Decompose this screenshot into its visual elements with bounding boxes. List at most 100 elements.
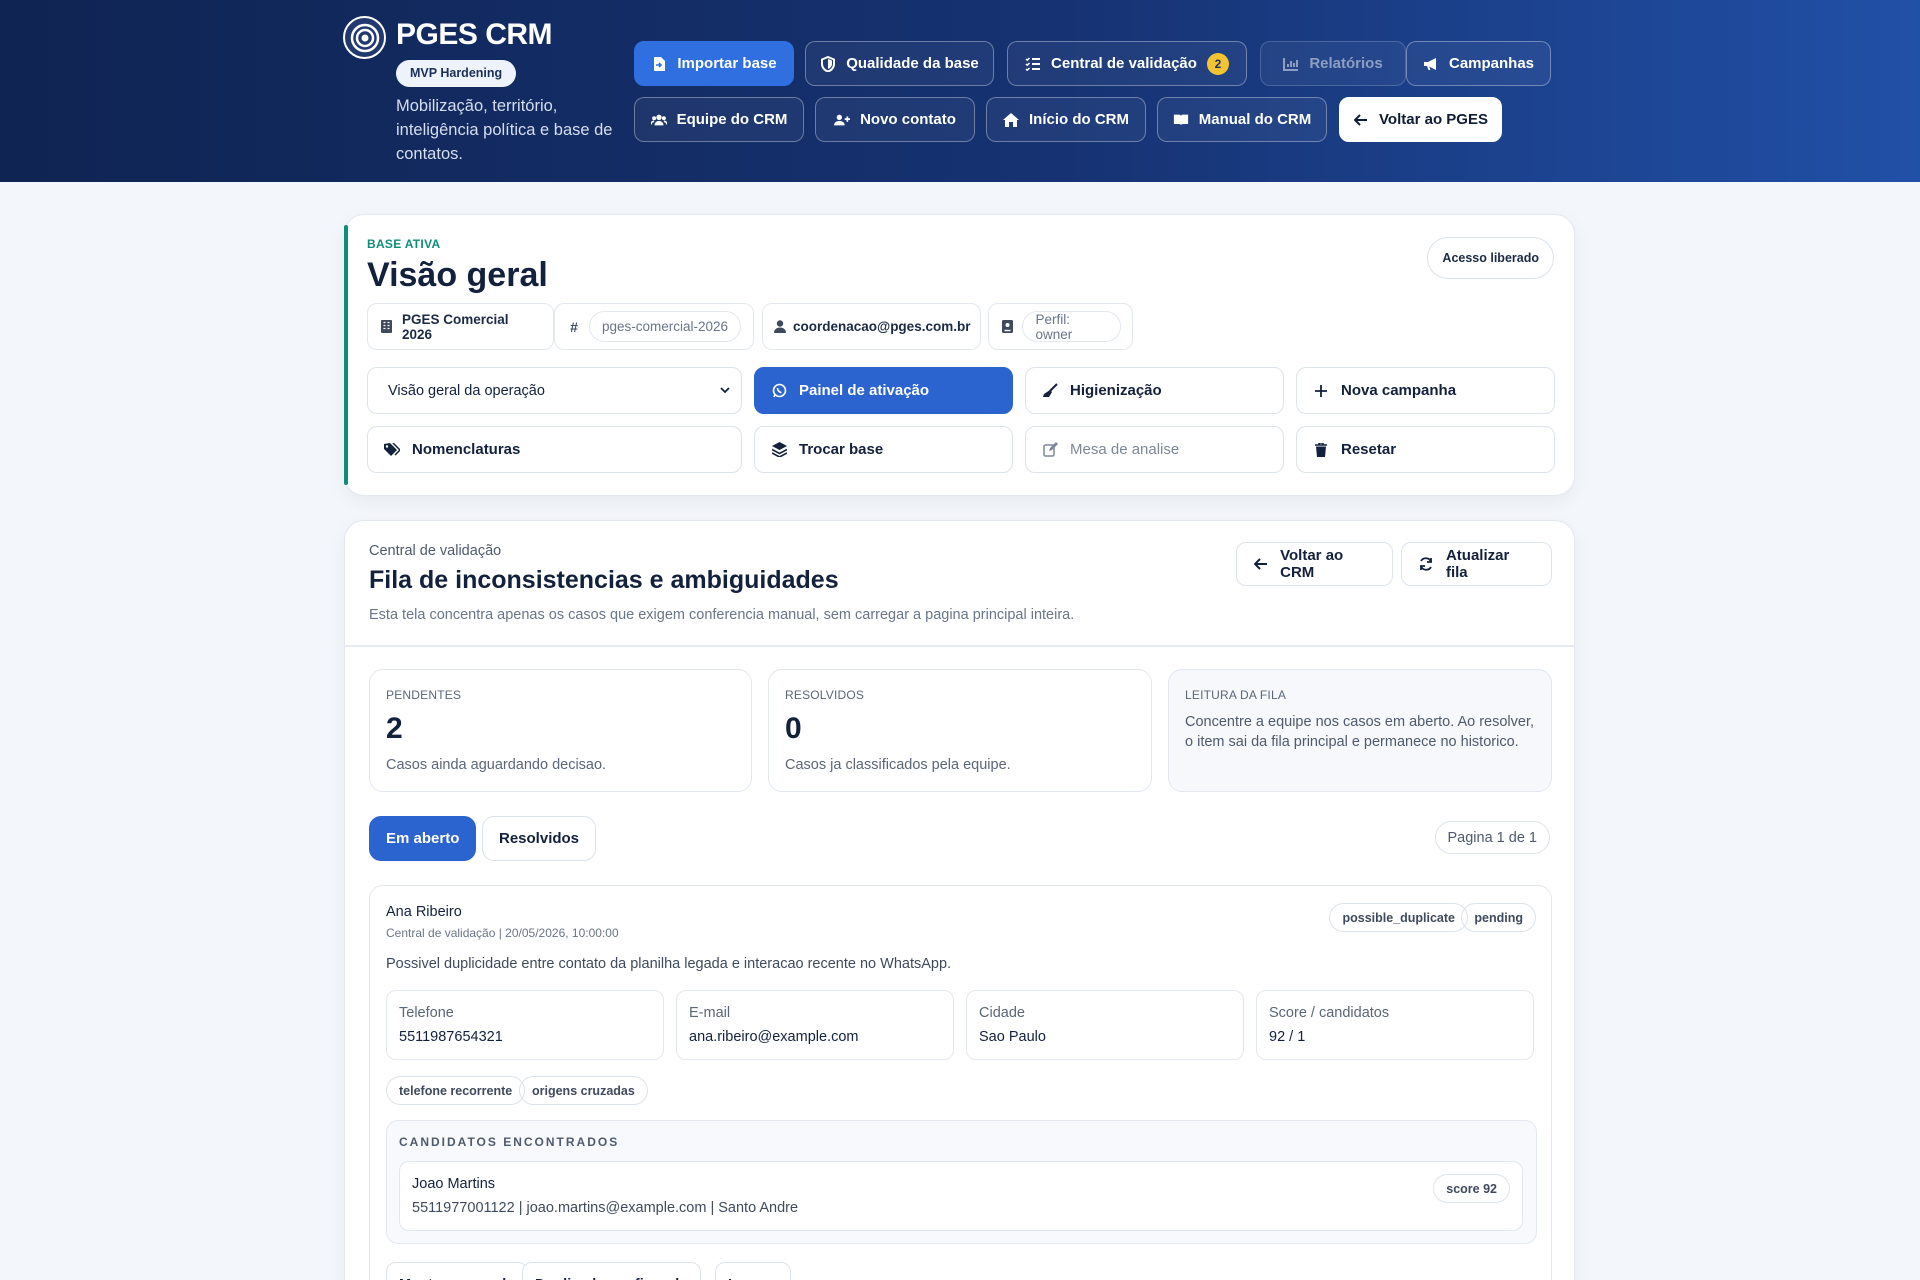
book-icon (1173, 112, 1189, 128)
user-email-chip: coordenacao@pges.com.br (762, 303, 981, 350)
field-label: Telefone (399, 1005, 454, 1021)
activation-panel-button[interactable]: Painel de ativação (754, 367, 1013, 414)
field-label: Score / candidatos (1269, 1005, 1390, 1021)
tab-open[interactable]: Em aberto (369, 816, 477, 861)
top-header: PGES CRM MVP Hardening Mobilização, terr… (0, 0, 1920, 182)
arrow-left-icon (1353, 112, 1369, 128)
chart-icon (1283, 56, 1299, 72)
new-campaign-label: Nova campanha (1341, 382, 1457, 399)
ignore-button[interactable]: Ignorar (715, 1262, 791, 1280)
shield-icon (820, 55, 836, 72)
case-status-tag: pending (1461, 903, 1536, 932)
base-quality-button[interactable]: Qualidade da base (805, 41, 994, 86)
pending-stat-card: PENDENTES 2 Casos ainda aguardando decis… (369, 669, 752, 792)
campaigns-button[interactable]: Campanhas (1406, 41, 1551, 86)
nomenclatures-button[interactable]: Nomenclaturas (367, 426, 742, 473)
new-contact-button[interactable]: Novo contato (815, 97, 975, 142)
switch-base-button[interactable]: Trocar base (754, 426, 1013, 473)
megaphone-icon (1423, 56, 1439, 72)
back-to-pges-button[interactable]: Voltar ao PGES (1339, 97, 1502, 142)
view-select[interactable]: Visão geral da operação (367, 367, 742, 414)
queue-reading-text: Concentre a equipe nos casos em aberto. … (1185, 714, 1535, 750)
pending-label: PENDENTES (386, 688, 462, 702)
file-import-icon (651, 56, 667, 72)
crm-manual-button[interactable]: Manual do CRM (1157, 97, 1327, 142)
new-campaign-button[interactable]: Nova campanha (1296, 367, 1555, 414)
validation-count-badge: 2 (1206, 52, 1229, 75)
brand-title: PGES CRM (396, 18, 553, 51)
tags-icon (384, 442, 400, 458)
refresh-icon (1418, 556, 1434, 572)
case-type-tag: possible_duplicate (1329, 903, 1468, 932)
hygiene-button[interactable]: Higienização (1025, 367, 1284, 414)
new-contact-label: Novo contato (860, 111, 956, 128)
case-description: Possivel duplicidade entre contato da pl… (386, 956, 952, 972)
candidate-name: Joao Martins (412, 1176, 496, 1192)
trash-icon (1313, 442, 1329, 458)
candidate-info: 5511977001122 | joao.martins@example.com… (412, 1200, 799, 1216)
resolved-note: Casos ja classificados pela equipe. (785, 757, 1011, 773)
validation-case-card: Ana Ribeiro Central de validação | 20/05… (369, 885, 1552, 1280)
analysis-desk-label: Mesa de analise (1070, 441, 1180, 458)
active-base-eyebrow: BASE ATIVA (367, 237, 441, 251)
field-label: Cidade (979, 1005, 1025, 1021)
activation-panel-label: Painel de ativação (799, 382, 930, 399)
brand-badge: MVP Hardening (396, 60, 517, 87)
crm-home-button[interactable]: Início do CRM (986, 97, 1146, 142)
crm-team-button[interactable]: Equipe do CRM (634, 97, 804, 142)
reset-button[interactable]: Resetar (1296, 426, 1555, 473)
case-meta: Central de validação | 20/05/2026, 10:00… (386, 926, 619, 940)
id-badge-icon (1000, 319, 1015, 335)
refresh-queue-button[interactable]: Atualizar fila (1401, 542, 1552, 586)
user-plus-icon (834, 112, 851, 128)
edit-icon (1042, 442, 1058, 458)
whatsapp-icon (771, 383, 787, 399)
candidate-item: Joao Martins 5511977001122 | joao.martin… (399, 1161, 1523, 1231)
field-value: Sao Paulo (979, 1029, 1046, 1045)
candidates-section: CANDIDATOS ENCONTRADOS Joao Martins 5511… (386, 1120, 1537, 1244)
queue-reading-card: LEITURA DA FILA Concentre a equipe nos c… (1168, 669, 1552, 792)
back-to-crm-button[interactable]: Voltar ao CRM (1236, 542, 1393, 586)
plus-icon (1313, 383, 1329, 399)
access-status-badge: Acesso liberado (1427, 237, 1554, 279)
reset-label: Resetar (1341, 441, 1397, 458)
panel-eyebrow: Central de validação (369, 543, 502, 559)
campaigns-label: Campanhas (1448, 55, 1535, 72)
tab-resolved[interactable]: Resolvidos (482, 816, 597, 861)
panel-divider (345, 645, 1574, 647)
score-field: Score / candidatos 92 / 1 (1256, 990, 1534, 1060)
keep-separate-button[interactable]: Manter separado (386, 1262, 529, 1280)
list-check-icon (1025, 56, 1041, 72)
building-icon (379, 319, 395, 335)
base-quality-label: Qualidade da base (846, 55, 979, 72)
city-field: Cidade Sao Paulo (966, 990, 1244, 1060)
user-email: coordenacao@pges.com.br (793, 319, 971, 334)
base-slug: pges-comercial-2026 (589, 311, 742, 342)
back-to-crm-label: Voltar ao CRM (1280, 547, 1344, 581)
pagination-indicator: Pagina 1 de 1 (1434, 821, 1550, 854)
reports-button[interactable]: Relatórios (1260, 41, 1406, 86)
validation-center-button[interactable]: Central de validação 2 (1007, 41, 1247, 86)
resolved-stat-card: RESOLVIDOS 0 Casos ja classificados pela… (768, 669, 1152, 792)
brand-subtitle: Mobilização, território, inteligência po… (396, 97, 613, 163)
profile-chip: Perfil: owner (988, 303, 1133, 350)
base-name-chip: PGES Comercial 2026 (367, 303, 554, 350)
target-logo-icon[interactable] (343, 16, 386, 59)
page-title: Visão geral (367, 256, 548, 294)
broom-icon (1042, 382, 1058, 399)
nomenclatures-label: Nomenclaturas (412, 441, 521, 458)
user-profile: Perfil: owner (1022, 311, 1121, 342)
queue-reading-label: LEITURA DA FILA (1185, 688, 1287, 702)
candidate-score-tag: score 92 (1433, 1174, 1510, 1203)
hashtag-icon: # (570, 318, 578, 335)
confirm-duplicate-button[interactable]: Duplicado confirmado (522, 1262, 702, 1280)
crm-team-label: Equipe do CRM (676, 111, 788, 128)
analysis-desk-button[interactable]: Mesa de analise (1025, 426, 1284, 473)
layers-icon (771, 442, 787, 458)
reason-tag: telefone recorrente (386, 1076, 526, 1105)
validation-panel: Central de validação Fila de inconsisten… (344, 520, 1575, 1280)
candidates-title: CANDIDATOS ENCONTRADOS (399, 1135, 620, 1149)
import-base-button[interactable]: Importar base (634, 41, 794, 86)
crm-manual-label: Manual do CRM (1198, 111, 1312, 128)
view-select-value: Visão geral da operação (388, 382, 545, 399)
